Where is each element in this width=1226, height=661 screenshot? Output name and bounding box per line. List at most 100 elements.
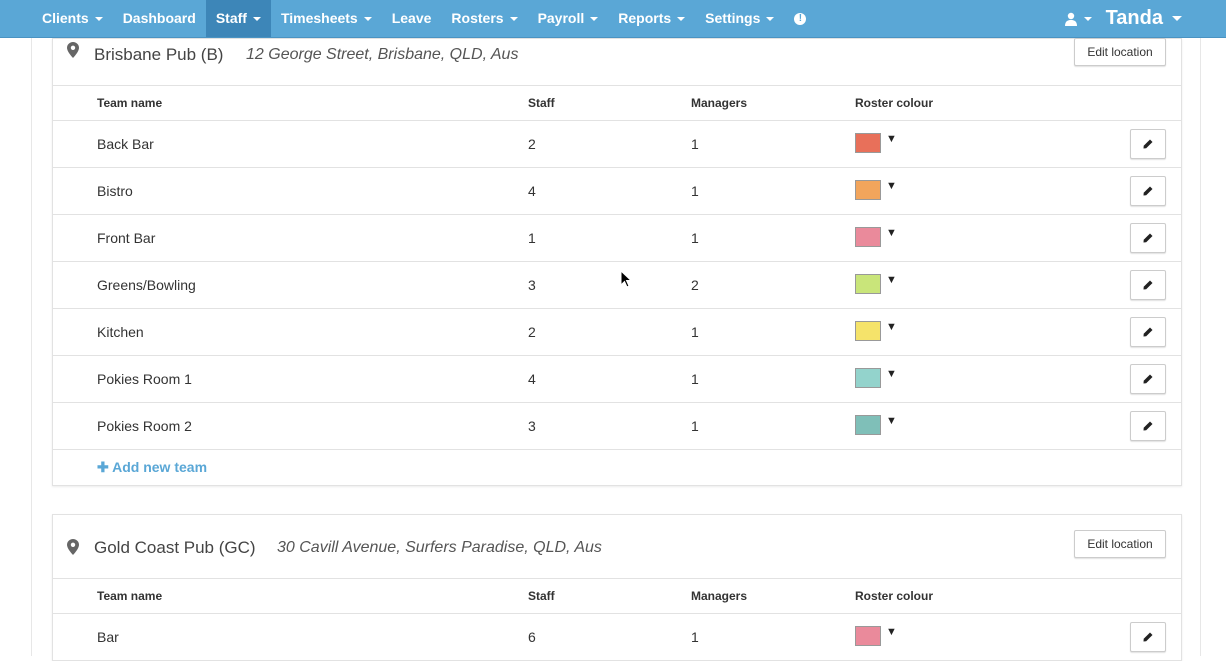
user-menu[interactable] (1050, 12, 1106, 26)
teams-table: Team name Staff Managers Roster colour B… (53, 86, 1181, 450)
location-address: 12 George Street, Brisbane, QLD, Aus (246, 46, 519, 63)
roster-colour-picker[interactable]: ▼ (855, 367, 897, 388)
table-row: Bar 6 1 ▼ (53, 613, 1181, 661)
team-name: Pokies Room 1 (53, 355, 528, 403)
map-pin-icon (67, 539, 79, 555)
staff-count: 3 (528, 402, 691, 450)
edit-team-button[interactable] (1130, 270, 1166, 300)
nav-leave[interactable]: Leave (382, 0, 442, 37)
caret-down-icon: ▼ (886, 179, 897, 192)
table-row: Bistro 4 1 ▼ (53, 167, 1181, 215)
roster-colour-picker[interactable]: ▼ (855, 179, 897, 200)
nav-reports-label: Reports (618, 10, 672, 26)
nav-timesheets[interactable]: Timesheets (271, 0, 382, 37)
caret-down-icon: ▼ (886, 132, 897, 145)
staff-count: 2 (528, 308, 691, 356)
table-row: Pokies Room 2 3 1 ▼ (53, 402, 1181, 450)
edit-team-button[interactable] (1130, 223, 1166, 253)
chevron-down-icon (509, 17, 518, 22)
brand-menu[interactable]: Tanda (1106, 7, 1226, 30)
col-team-name: Team name (53, 86, 528, 121)
table-row: Kitchen 2 1 ▼ (53, 308, 1181, 356)
chevron-down-icon (363, 17, 372, 22)
roster-colour-picker[interactable]: ▼ (855, 414, 897, 435)
edit-team-button[interactable] (1130, 317, 1166, 347)
nav-settings[interactable]: Settings (695, 0, 784, 37)
nav-clients[interactable]: Clients (32, 0, 113, 37)
nav-clients-label: Clients (42, 10, 89, 26)
team-name: Back Bar (53, 120, 528, 168)
nav-reports[interactable]: Reports (608, 0, 695, 37)
table-header-row: Team name Staff Managers Roster colour (53, 86, 1181, 121)
location-header: Brisbane Pub (B) 12 George Street, Brisb… (53, 38, 1181, 86)
location-header: Gold Coast Pub (GC) 30 Cavill Avenue, Su… (53, 515, 1181, 579)
col-staff: Staff (528, 86, 691, 121)
caret-down-icon: ▼ (886, 320, 897, 333)
pencil-icon (1143, 632, 1153, 642)
nav-staff[interactable]: Staff (205, 0, 271, 37)
plus-icon: ✚ (97, 459, 109, 475)
add-new-team-link[interactable]: ✚ Add new team (53, 450, 1181, 485)
edit-team-button[interactable] (1130, 176, 1166, 206)
edit-team-button[interactable] (1130, 622, 1166, 652)
manager-count: 2 (691, 261, 855, 309)
caret-down-icon: ▼ (886, 367, 897, 380)
chevron-down-icon (1083, 16, 1092, 21)
manager-count: 1 (691, 613, 855, 661)
pencil-icon (1143, 139, 1153, 149)
roster-colour-picker[interactable]: ▼ (855, 273, 897, 294)
user-icon (1064, 12, 1077, 26)
roster-colour-picker[interactable]: ▼ (855, 625, 897, 646)
roster-colour-picker[interactable]: ▼ (855, 226, 897, 247)
location-panel-brisbane: Brisbane Pub (B) 12 George Street, Brisb… (52, 38, 1182, 486)
nav-rosters[interactable]: Rosters (441, 0, 527, 37)
staff-count: 2 (528, 120, 691, 168)
roster-colour-picker[interactable]: ▼ (855, 132, 897, 153)
pencil-icon (1143, 421, 1153, 431)
caret-down-icon: ▼ (886, 625, 897, 638)
help-icon: ! (794, 13, 807, 26)
colour-swatch (855, 414, 881, 435)
table-row: Pokies Room 1 4 1 ▼ (53, 355, 1181, 403)
caret-down-icon: ▼ (886, 226, 897, 239)
brand-logo: Tanda (1105, 7, 1163, 29)
location-address: 30 Cavill Avenue, Surfers Paradise, QLD,… (277, 539, 602, 556)
table-row: Back Bar 2 1 ▼ (53, 120, 1181, 168)
roster-colour-picker[interactable]: ▼ (855, 320, 897, 341)
edit-team-button[interactable] (1130, 129, 1166, 159)
col-actions (1125, 579, 1181, 614)
colour-swatch (855, 367, 881, 388)
chevron-down-icon (252, 17, 261, 22)
col-actions (1125, 86, 1181, 121)
nav-right: Tanda (1050, 0, 1226, 37)
team-name: Bistro (53, 167, 528, 215)
col-roster-colour: Roster colour (855, 86, 1125, 121)
col-managers: Managers (691, 579, 855, 614)
caret-down-icon: ▼ (886, 414, 897, 427)
nav-timesheets-label: Timesheets (280, 10, 358, 26)
team-name: Bar (53, 613, 528, 661)
edit-location-button[interactable]: Edit location (1074, 38, 1166, 66)
chevron-down-icon (94, 17, 103, 22)
mouse-cursor-icon (620, 270, 632, 288)
nav-dashboard[interactable]: Dashboard (113, 0, 206, 37)
nav-payroll[interactable]: Payroll (528, 0, 609, 37)
nav-payroll-label: Payroll (537, 10, 585, 26)
edit-team-button[interactable] (1130, 364, 1166, 394)
add-new-team-label: Add new team (112, 459, 208, 475)
caret-down-icon: ▼ (886, 273, 897, 286)
colour-swatch (855, 179, 881, 200)
nav-menu: Clients Dashboard Staff Timesheets Leave… (32, 0, 816, 37)
location-name: Brisbane Pub (B) (94, 45, 224, 64)
map-pin-icon (67, 42, 79, 58)
nav-help[interactable]: ! (784, 0, 816, 37)
manager-count: 1 (691, 167, 855, 215)
pencil-icon (1143, 186, 1153, 196)
staff-count: 6 (528, 613, 691, 661)
team-name: Pokies Room 2 (53, 402, 528, 450)
chevron-down-icon (766, 17, 775, 22)
staff-count: 1 (528, 214, 691, 262)
location-name: Gold Coast Pub (GC) (94, 538, 256, 557)
edit-team-button[interactable] (1130, 411, 1166, 441)
edit-location-button[interactable]: Edit location (1074, 530, 1166, 558)
